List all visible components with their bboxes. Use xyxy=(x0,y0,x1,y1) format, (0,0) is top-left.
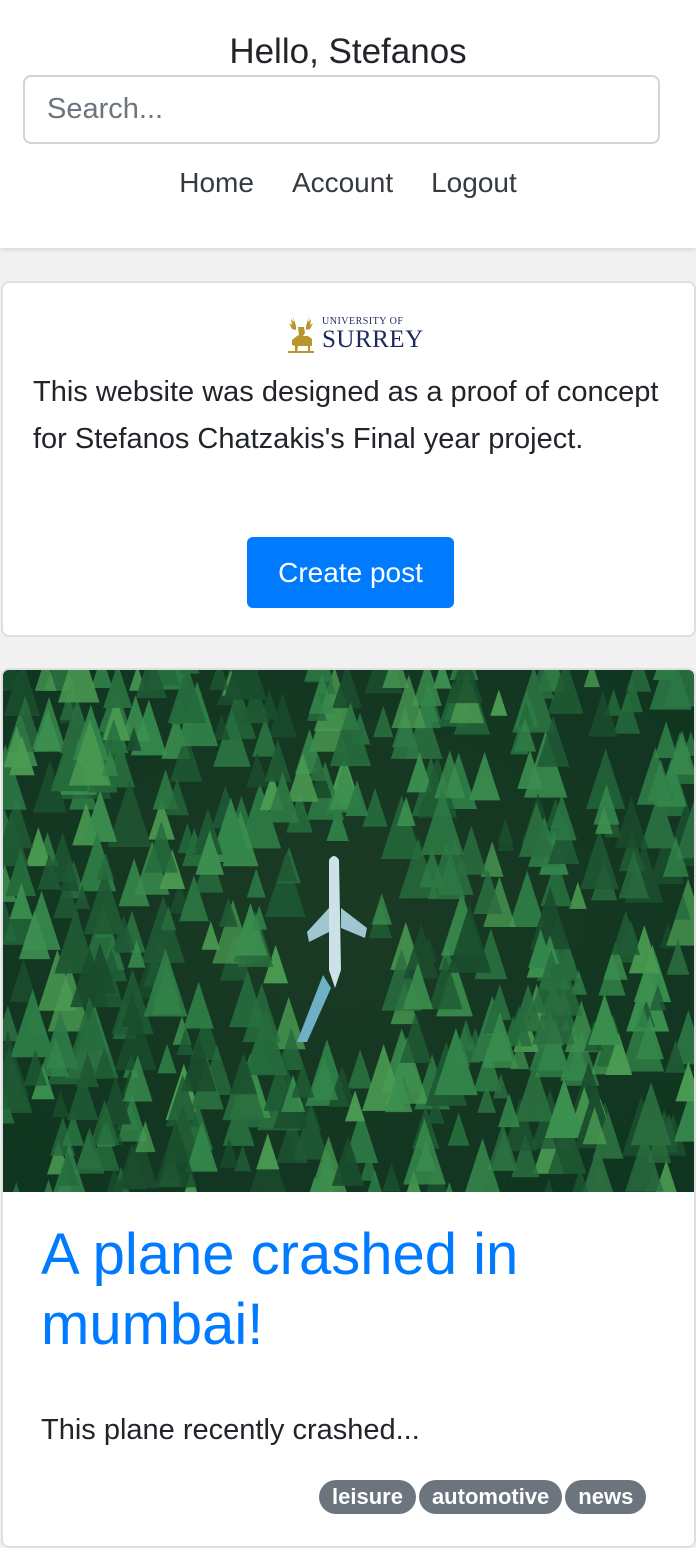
info-card: UNIVERSITY OF SURREY This website was de… xyxy=(1,281,696,637)
nav-home-link[interactable]: Home xyxy=(179,160,254,206)
project-description: This website was designed as a proof of … xyxy=(33,376,659,455)
create-post-button[interactable]: Create post xyxy=(247,537,454,608)
stag-icon xyxy=(288,316,314,353)
logo-line-2: SURREY xyxy=(322,325,424,353)
greeting-text: Hello, Stefanos xyxy=(229,32,467,71)
logo-line-1: UNIVERSITY OF xyxy=(322,315,404,327)
post-card: A plane crashed in mumbai! This plane re… xyxy=(1,668,696,1548)
university-logo: UNIVERSITY OF SURREY xyxy=(284,313,424,355)
site-header: Hello, Stefanos Home Account Logout xyxy=(0,0,696,248)
nav-account-link[interactable]: Account xyxy=(292,160,393,206)
nav-logout-link[interactable]: Logout xyxy=(431,160,517,206)
tag-badge[interactable]: leisure xyxy=(319,1480,416,1514)
post-tags: leisure automotive news xyxy=(319,1480,647,1514)
post-image[interactable] xyxy=(3,670,696,1192)
search-input[interactable] xyxy=(23,75,660,144)
post-title-link[interactable]: A plane crashed in mumbai! xyxy=(41,1220,661,1360)
tag-badge[interactable]: automotive xyxy=(418,1480,563,1514)
post-excerpt: This plane recently crashed... xyxy=(41,1414,420,1446)
tag-badge[interactable]: news xyxy=(565,1480,647,1514)
main-nav: Home Account Logout xyxy=(0,160,696,206)
